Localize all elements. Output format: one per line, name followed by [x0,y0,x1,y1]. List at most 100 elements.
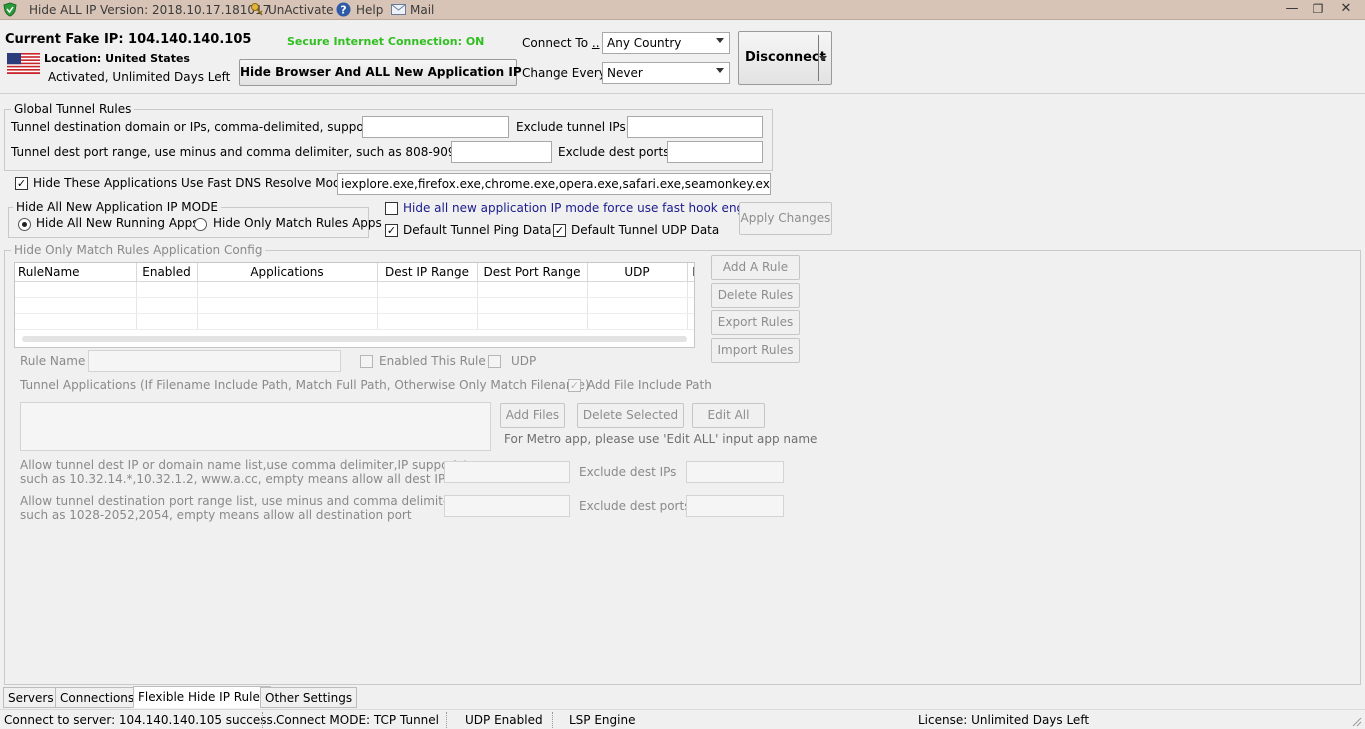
tunnel-apps-list[interactable] [20,402,491,451]
column-header[interactable]: Dest Port Range [477,263,588,282]
status-mode: Connect MODE: TCP Tunnel [276,713,440,727]
status-udp: UDP Enabled [465,713,543,727]
rules-table[interactable]: RuleName Enabled Applications Dest IP Ra… [14,262,695,348]
title-bar: Hide ALL IP Version: 2018.10.17.181017 U… [0,0,1365,20]
current-ip: Current Fake IP: 104.140.140.105 [5,32,252,47]
column-header[interactable]: Dest IP Range [377,263,478,282]
include-path-label: Add File Include Path [587,378,712,392]
activation-text: Activated, Unlimited Days Left [48,70,231,84]
rule-udp-label: UDP [511,354,537,368]
allow-port-line1: Allow tunnel destination port range list… [20,494,456,508]
udp-data-checkbox[interactable]: ✓ [553,224,566,237]
exclude-dest-ports-input[interactable] [667,141,763,163]
help-link[interactable]: Help [356,3,383,17]
radio-hide-all[interactable] [18,218,31,231]
enabled-rule-checkbox[interactable] [360,355,373,368]
add-rule-button[interactable]: Add A Rule [711,255,800,280]
horizontal-scrollbar[interactable] [22,336,687,342]
fast-dns-label: Hide These Applications Use Fast DNS Res… [33,176,348,190]
tab-other-settings[interactable]: Other Settings [260,687,358,708]
help-icon[interactable]: ? [336,2,351,17]
mail-icon[interactable] [391,4,406,15]
rules-header-row: RuleName Enabled Applications Dest IP Ra… [15,263,694,282]
status-separator [552,712,553,728]
metro-note: For Metro app, please use 'Edit ALL' inp… [504,432,818,446]
key-icon[interactable] [250,2,264,17]
tunnel-dest-input[interactable] [362,116,509,138]
change-every-select[interactable]: Never [602,62,730,84]
version-text: Version: 2018.10.17.181017 [100,3,271,17]
rule-exclude-ips-label: Exclude dest IPs [579,465,677,479]
apply-changes-button[interactable]: Apply Changes [739,202,832,235]
tunnel-port-input[interactable] [451,141,552,163]
column-header[interactable]: E [687,263,694,282]
disconnect-button[interactable]: Disconnect [738,31,832,85]
minimize-icon[interactable]: — [1279,0,1305,19]
column-header[interactable]: RuleName [15,263,137,282]
force-hook-checkbox[interactable] [385,202,398,215]
ping-label: Default Tunnel Ping Data [403,223,552,237]
status-bar: Connect to server: 104.140.140.105 succe… [0,709,1365,729]
radio-hide-match[interactable] [194,218,207,231]
fast-dns-apps-input[interactable]: iexplore.exe,firefox.exe,chrome.exe,oper… [337,173,771,195]
secure-status: Secure Internet Connection: ON [287,35,485,48]
include-path-checkbox[interactable]: ✓ [568,379,581,392]
disconnect-label: Disconnect [745,50,826,65]
svg-text:?: ? [340,4,346,17]
close-icon[interactable]: ✕ [1333,0,1359,19]
allow-ip-line2: such as 10.32.14.*,10.32.1.2, www.a.cc, … [20,472,446,486]
tunnel-dest-label: Tunnel destination domain or IPs, comma-… [11,120,388,134]
us-flag-icon [7,53,40,74]
connect-to-label: Connect To .. [522,36,600,50]
connect-to-value: Any Country [607,36,682,50]
column-header[interactable]: UDP [587,263,688,282]
app-name: Hide ALL IP [29,3,97,17]
connect-to-link[interactable]: .. [592,36,600,50]
table-row [15,297,694,314]
allow-port-input[interactable] [444,495,570,517]
column-header[interactable]: Applications [197,263,378,282]
allow-ip-line1: Allow tunnel dest IP or domain name list… [20,458,472,472]
rule-name-input[interactable] [88,350,341,372]
mail-link[interactable]: Mail [410,3,434,17]
edit-all-button[interactable]: Edit All [692,403,765,428]
tab-flexible-rules[interactable]: Flexible Hide IP Rules [133,686,272,708]
column-header[interactable]: Enabled [136,263,198,282]
status-separator [262,712,263,728]
status-engine: LSP Engine [569,713,636,727]
table-row [15,313,694,330]
chevron-down-icon [716,38,724,43]
rules-legend: Hide Only Match Rules Application Config [11,243,266,257]
unactivate-link[interactable]: UnActivate [268,3,334,17]
restore-icon[interactable]: ❐ [1305,0,1331,19]
import-rules-button[interactable]: Import Rules [711,338,800,363]
allow-ip-input[interactable] [444,461,570,483]
resize-grip-icon[interactable] [1350,715,1362,727]
ping-checkbox[interactable]: ✓ [385,224,398,237]
fast-dns-checkbox[interactable]: ✓ [15,177,28,190]
tab-connections[interactable]: Connections [55,687,140,708]
add-files-button[interactable]: Add Files [500,403,565,428]
exclude-tunnel-ips-label: Exclude tunnel IPs: [516,120,630,134]
exclude-tunnel-ips-input[interactable] [627,116,763,138]
global-tunnel-legend: Global Tunnel Rules [11,102,135,116]
connect-to-select[interactable]: Any Country [602,32,730,54]
status-server: Connect to server: 104.140.140.105 succe… [4,713,277,727]
enabled-rule-label: Enabled This Rule [379,354,486,368]
status-license: License: Unlimited Days Left [918,713,1090,727]
rule-udp-checkbox[interactable] [488,355,501,368]
shield-icon [3,2,17,17]
export-rules-button[interactable]: Export Rules [711,310,800,335]
tab-servers[interactable]: Servers [3,687,59,708]
hide-browser-button[interactable]: Hide Browser And ALL New Application IP [239,59,522,86]
delete-selected-button[interactable]: Delete Selected [577,403,684,428]
fast-dns-apps-value: iexplore.exe,firefox.exe,chrome.exe,oper… [341,177,771,191]
delete-rules-button[interactable]: Delete Rules [711,283,800,308]
rule-exclude-ips-input[interactable] [686,461,784,483]
rule-exclude-ports-input[interactable] [686,495,784,517]
radio-hide-all-label: Hide All New Running Apps [36,216,199,230]
change-every-label: Change Every [522,66,606,80]
exclude-dest-ports-label: Exclude dest ports [558,145,670,159]
force-hook-label: Hide all new application IP mode force u… [403,201,763,215]
chevron-down-icon[interactable] [819,56,827,61]
